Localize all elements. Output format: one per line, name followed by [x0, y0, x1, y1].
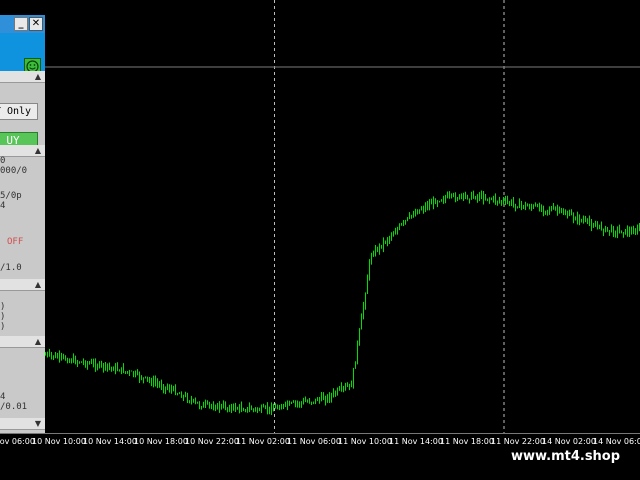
section-header[interactable]: ▲ [0, 279, 45, 291]
x-tick-label: 11 Nov 06:00 [287, 437, 341, 446]
panel-value: ) [0, 312, 6, 322]
candles [45, 190, 640, 415]
x-tick-label: 11 Nov 14:00 [389, 437, 443, 446]
panel-value: 5/0p [0, 191, 22, 201]
panel-value: /1.0 [0, 263, 22, 273]
section-header[interactable]: ▲ [0, 71, 45, 83]
section-header[interactable]: ▲ [0, 336, 45, 348]
collapse-arrow-icon[interactable]: ▲ [35, 280, 41, 289]
collapse-arrow-icon[interactable]: ▲ [35, 72, 41, 81]
section-footer[interactable]: ▼ [0, 418, 45, 430]
x-tick-label: 11 Nov 22:00 [491, 437, 545, 446]
panel-titlebar[interactable]: _ ✕ [0, 15, 45, 33]
collapse-arrow-icon[interactable]: ▲ [35, 337, 41, 346]
collapse-arrow-icon[interactable]: ▲ [35, 146, 41, 155]
expand-arrow-icon[interactable]: ▼ [35, 419, 41, 428]
price-chart[interactable] [0, 0, 640, 480]
panel-value: 4 [0, 201, 6, 211]
status-off: OFF [7, 237, 24, 247]
panel-value: 0 [0, 156, 6, 166]
x-tick-label: 11 Nov 10:00 [338, 437, 392, 446]
watermark: www.mt4.shop [497, 446, 634, 470]
x-tick-label: 11 Nov 18:00 [440, 437, 494, 446]
ea-control-panel: _ ✕ ▲ Y Only UY ▲ 0 000/0 5/0p 4 OFF /1.… [0, 15, 45, 433]
section-header[interactable]: ▲ [0, 145, 45, 157]
x-tick-label: 11 Nov 02:00 [236, 437, 290, 446]
x-tick-label: 10 Nov 10:00 [32, 437, 86, 446]
panel-value: /0.01 [0, 402, 28, 412]
x-tick-label: 10 Nov 06:00 [0, 437, 35, 446]
buy-only-selector[interactable]: Y Only [0, 103, 38, 120]
minimize-button[interactable]: _ [14, 17, 28, 31]
x-tick-label: 10 Nov 22:00 [185, 437, 239, 446]
panel-value: 000/0 [0, 166, 28, 176]
panel-value: ) [0, 302, 6, 312]
x-tick-label: 10 Nov 14:00 [83, 437, 137, 446]
x-tick-label: 14 Nov 02:00 [542, 437, 596, 446]
x-tick-label: 14 Nov 06:00 [593, 437, 640, 446]
close-button[interactable]: ✕ [29, 17, 43, 31]
x-tick-label: 10 Nov 18:00 [134, 437, 188, 446]
panel-value: 4 [0, 392, 6, 402]
panel-value: ) [0, 322, 6, 332]
